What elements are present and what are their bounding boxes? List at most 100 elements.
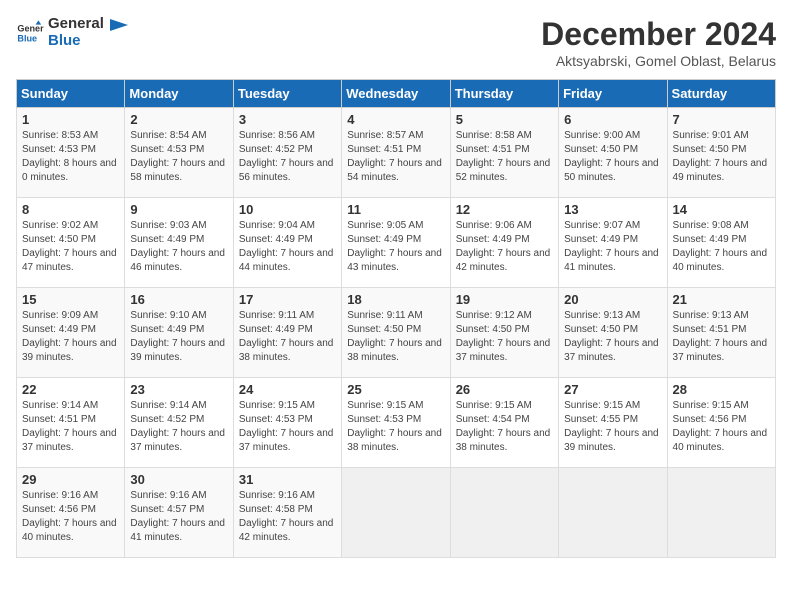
day-info: Sunrise: 9:03 AM Sunset: 4:49 PM Dayligh… xyxy=(130,219,227,275)
day-number: 13 xyxy=(564,202,661,217)
day-info: Sunrise: 9:16 AM Sunset: 4:58 PM Dayligh… xyxy=(239,489,336,545)
day-number: 20 xyxy=(564,292,661,307)
day-number: 6 xyxy=(564,112,661,127)
calendar-week-row: 1 Sunrise: 8:53 AM Sunset: 4:53 PM Dayli… xyxy=(17,108,776,198)
day-number: 22 xyxy=(22,382,119,397)
day-info: Sunrise: 9:15 AM Sunset: 4:53 PM Dayligh… xyxy=(239,399,336,455)
day-number: 10 xyxy=(239,202,336,217)
day-number: 1 xyxy=(22,112,119,127)
day-info: Sunrise: 9:15 AM Sunset: 4:53 PM Dayligh… xyxy=(347,399,444,455)
day-info: Sunrise: 8:56 AM Sunset: 4:52 PM Dayligh… xyxy=(239,129,336,185)
day-number: 23 xyxy=(130,382,227,397)
svg-text:General: General xyxy=(17,23,44,33)
calendar-cell: 24 Sunrise: 9:15 AM Sunset: 4:53 PM Dayl… xyxy=(233,378,341,468)
col-wednesday: Wednesday xyxy=(342,80,450,108)
calendar-cell: 30 Sunrise: 9:16 AM Sunset: 4:57 PM Dayl… xyxy=(125,468,233,558)
svg-text:Blue: Blue xyxy=(17,33,37,43)
day-number: 15 xyxy=(22,292,119,307)
calendar-cell: 18 Sunrise: 9:11 AM Sunset: 4:50 PM Dayl… xyxy=(342,288,450,378)
calendar-cell: 14 Sunrise: 9:08 AM Sunset: 4:49 PM Dayl… xyxy=(667,198,775,288)
location-subtitle: Aktsyabrski, Gomel Oblast, Belarus xyxy=(541,53,776,69)
day-info: Sunrise: 8:54 AM Sunset: 4:53 PM Dayligh… xyxy=(130,129,227,185)
day-number: 30 xyxy=(130,472,227,487)
day-number: 26 xyxy=(456,382,553,397)
col-saturday: Saturday xyxy=(667,80,775,108)
day-info: Sunrise: 9:15 AM Sunset: 4:55 PM Dayligh… xyxy=(564,399,661,455)
calendar-cell: 25 Sunrise: 9:15 AM Sunset: 4:53 PM Dayl… xyxy=(342,378,450,468)
calendar-cell: 19 Sunrise: 9:12 AM Sunset: 4:50 PM Dayl… xyxy=(450,288,558,378)
day-number: 25 xyxy=(347,382,444,397)
calendar-cell: 2 Sunrise: 8:54 AM Sunset: 4:53 PM Dayli… xyxy=(125,108,233,198)
day-info: Sunrise: 9:01 AM Sunset: 4:50 PM Dayligh… xyxy=(673,129,770,185)
day-info: Sunrise: 9:07 AM Sunset: 4:49 PM Dayligh… xyxy=(564,219,661,275)
day-info: Sunrise: 9:09 AM Sunset: 4:49 PM Dayligh… xyxy=(22,309,119,365)
calendar-cell: 4 Sunrise: 8:57 AM Sunset: 4:51 PM Dayli… xyxy=(342,108,450,198)
day-info: Sunrise: 8:58 AM Sunset: 4:51 PM Dayligh… xyxy=(456,129,553,185)
day-info: Sunrise: 9:04 AM Sunset: 4:49 PM Dayligh… xyxy=(239,219,336,275)
logo-general-text: General xyxy=(48,16,104,33)
day-info: Sunrise: 9:05 AM Sunset: 4:49 PM Dayligh… xyxy=(347,219,444,275)
col-sunday: Sunday xyxy=(17,80,125,108)
day-info: Sunrise: 8:53 AM Sunset: 4:53 PM Dayligh… xyxy=(22,129,119,185)
calendar-cell: 12 Sunrise: 9:06 AM Sunset: 4:49 PM Dayl… xyxy=(450,198,558,288)
day-info: Sunrise: 9:16 AM Sunset: 4:56 PM Dayligh… xyxy=(22,489,119,545)
day-info: Sunrise: 9:12 AM Sunset: 4:50 PM Dayligh… xyxy=(456,309,553,365)
calendar-cell xyxy=(559,468,667,558)
logo-icon: General Blue xyxy=(16,19,44,47)
day-number: 16 xyxy=(130,292,227,307)
col-tuesday: Tuesday xyxy=(233,80,341,108)
day-number: 12 xyxy=(456,202,553,217)
day-number: 19 xyxy=(456,292,553,307)
day-number: 7 xyxy=(673,112,770,127)
calendar-cell xyxy=(667,468,775,558)
logo-blue-text: Blue xyxy=(48,33,104,50)
calendar-cell: 5 Sunrise: 8:58 AM Sunset: 4:51 PM Dayli… xyxy=(450,108,558,198)
day-number: 9 xyxy=(130,202,227,217)
calendar-week-row: 22 Sunrise: 9:14 AM Sunset: 4:51 PM Dayl… xyxy=(17,378,776,468)
calendar-cell xyxy=(342,468,450,558)
calendar-cell: 15 Sunrise: 9:09 AM Sunset: 4:49 PM Dayl… xyxy=(17,288,125,378)
col-thursday: Thursday xyxy=(450,80,558,108)
day-info: Sunrise: 9:08 AM Sunset: 4:49 PM Dayligh… xyxy=(673,219,770,275)
month-year-title: December 2024 xyxy=(541,16,776,53)
calendar-cell: 27 Sunrise: 9:15 AM Sunset: 4:55 PM Dayl… xyxy=(559,378,667,468)
day-info: Sunrise: 9:14 AM Sunset: 4:52 PM Dayligh… xyxy=(130,399,227,455)
calendar-cell: 3 Sunrise: 8:56 AM Sunset: 4:52 PM Dayli… xyxy=(233,108,341,198)
header-row: Sunday Monday Tuesday Wednesday Thursday… xyxy=(17,80,776,108)
day-number: 3 xyxy=(239,112,336,127)
day-info: Sunrise: 9:10 AM Sunset: 4:49 PM Dayligh… xyxy=(130,309,227,365)
calendar-cell: 8 Sunrise: 9:02 AM Sunset: 4:50 PM Dayli… xyxy=(17,198,125,288)
calendar-cell: 16 Sunrise: 9:10 AM Sunset: 4:49 PM Dayl… xyxy=(125,288,233,378)
day-info: Sunrise: 8:57 AM Sunset: 4:51 PM Dayligh… xyxy=(347,129,444,185)
day-number: 8 xyxy=(22,202,119,217)
day-number: 5 xyxy=(456,112,553,127)
calendar-cell: 31 Sunrise: 9:16 AM Sunset: 4:58 PM Dayl… xyxy=(233,468,341,558)
day-number: 28 xyxy=(673,382,770,397)
day-number: 2 xyxy=(130,112,227,127)
day-info: Sunrise: 9:11 AM Sunset: 4:50 PM Dayligh… xyxy=(347,309,444,365)
calendar-cell: 13 Sunrise: 9:07 AM Sunset: 4:49 PM Dayl… xyxy=(559,198,667,288)
day-info: Sunrise: 9:00 AM Sunset: 4:50 PM Dayligh… xyxy=(564,129,661,185)
day-info: Sunrise: 9:13 AM Sunset: 4:50 PM Dayligh… xyxy=(564,309,661,365)
day-number: 14 xyxy=(673,202,770,217)
calendar-cell: 11 Sunrise: 9:05 AM Sunset: 4:49 PM Dayl… xyxy=(342,198,450,288)
calendar-cell: 6 Sunrise: 9:00 AM Sunset: 4:50 PM Dayli… xyxy=(559,108,667,198)
calendar-week-row: 29 Sunrise: 9:16 AM Sunset: 4:56 PM Dayl… xyxy=(17,468,776,558)
day-number: 21 xyxy=(673,292,770,307)
day-info: Sunrise: 9:11 AM Sunset: 4:49 PM Dayligh… xyxy=(239,309,336,365)
calendar-week-row: 8 Sunrise: 9:02 AM Sunset: 4:50 PM Dayli… xyxy=(17,198,776,288)
day-info: Sunrise: 9:06 AM Sunset: 4:49 PM Dayligh… xyxy=(456,219,553,275)
logo: General Blue General Blue xyxy=(16,16,128,49)
calendar-week-row: 15 Sunrise: 9:09 AM Sunset: 4:49 PM Dayl… xyxy=(17,288,776,378)
calendar-cell: 9 Sunrise: 9:03 AM Sunset: 4:49 PM Dayli… xyxy=(125,198,233,288)
day-info: Sunrise: 9:15 AM Sunset: 4:54 PM Dayligh… xyxy=(456,399,553,455)
calendar-cell: 22 Sunrise: 9:14 AM Sunset: 4:51 PM Dayl… xyxy=(17,378,125,468)
day-number: 29 xyxy=(22,472,119,487)
calendar-table: Sunday Monday Tuesday Wednesday Thursday… xyxy=(16,79,776,558)
calendar-cell xyxy=(450,468,558,558)
day-number: 24 xyxy=(239,382,336,397)
calendar-cell: 1 Sunrise: 8:53 AM Sunset: 4:53 PM Dayli… xyxy=(17,108,125,198)
calendar-cell: 7 Sunrise: 9:01 AM Sunset: 4:50 PM Dayli… xyxy=(667,108,775,198)
calendar-cell: 26 Sunrise: 9:15 AM Sunset: 4:54 PM Dayl… xyxy=(450,378,558,468)
day-number: 17 xyxy=(239,292,336,307)
